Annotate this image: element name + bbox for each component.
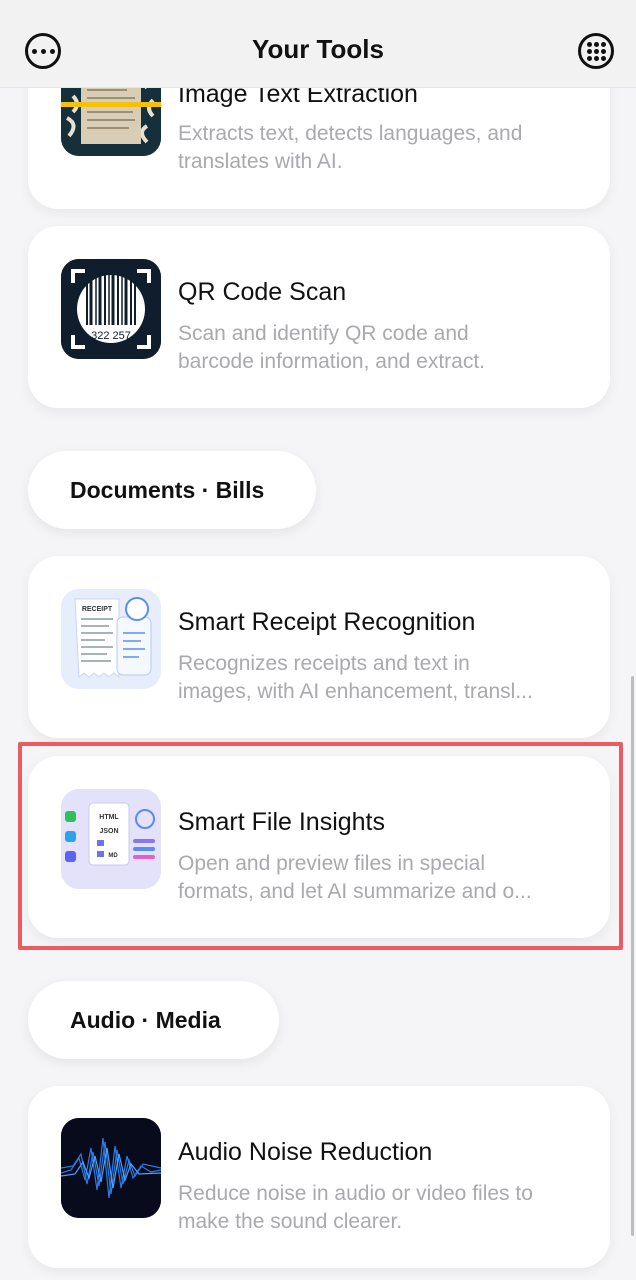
tool-title: Smart Receipt Recognition <box>178 608 476 636</box>
barcode-icon: 322 257 <box>61 259 161 359</box>
page-title: Your Tools <box>252 34 384 64</box>
top-bar: Your Tools <box>0 0 636 88</box>
grid-menu-icon[interactable] <box>578 33 614 69</box>
tool-card-smart-receipt-recognition[interactable]: RECEIPT Smart Receipt Recognition Recogn… <box>28 556 610 738</box>
receipt-icon: RECEIPT <box>61 589 161 689</box>
section-audio-media: Audio · Media <box>28 981 279 1059</box>
barcode-number: 322 257 <box>91 330 131 342</box>
tool-description: Reduce noise in audio or video files to … <box>178 1182 533 1233</box>
scrollbar[interactable] <box>631 676 634 1236</box>
tool-description: Scan and identify QR code and barcode in… <box>178 322 486 373</box>
tool-title: QR Code Scan <box>178 278 347 306</box>
section-documents-bills: Documents · Bills <box>28 451 316 529</box>
tool-description: Extracts text, detects languages, and tr… <box>178 122 523 173</box>
tool-title: Audio Noise Reduction <box>178 1138 433 1166</box>
selection-highlight <box>18 742 623 950</box>
tool-card-audio-noise-reduction[interactable]: Audio Noise Reduction Reduce noise in au… <box>28 1086 610 1268</box>
tool-card-qr-code-scan[interactable]: 322 257 QR Code Scan Scan and identify Q… <box>28 226 610 408</box>
tools-list: Image Text Extraction Extracts text, det… <box>0 0 636 1280</box>
receipt-label: RECEIPT <box>82 606 113 613</box>
sound-wave-icon <box>61 1118 161 1218</box>
tool-description: Recognizes receipts and text in images, … <box>178 652 533 703</box>
